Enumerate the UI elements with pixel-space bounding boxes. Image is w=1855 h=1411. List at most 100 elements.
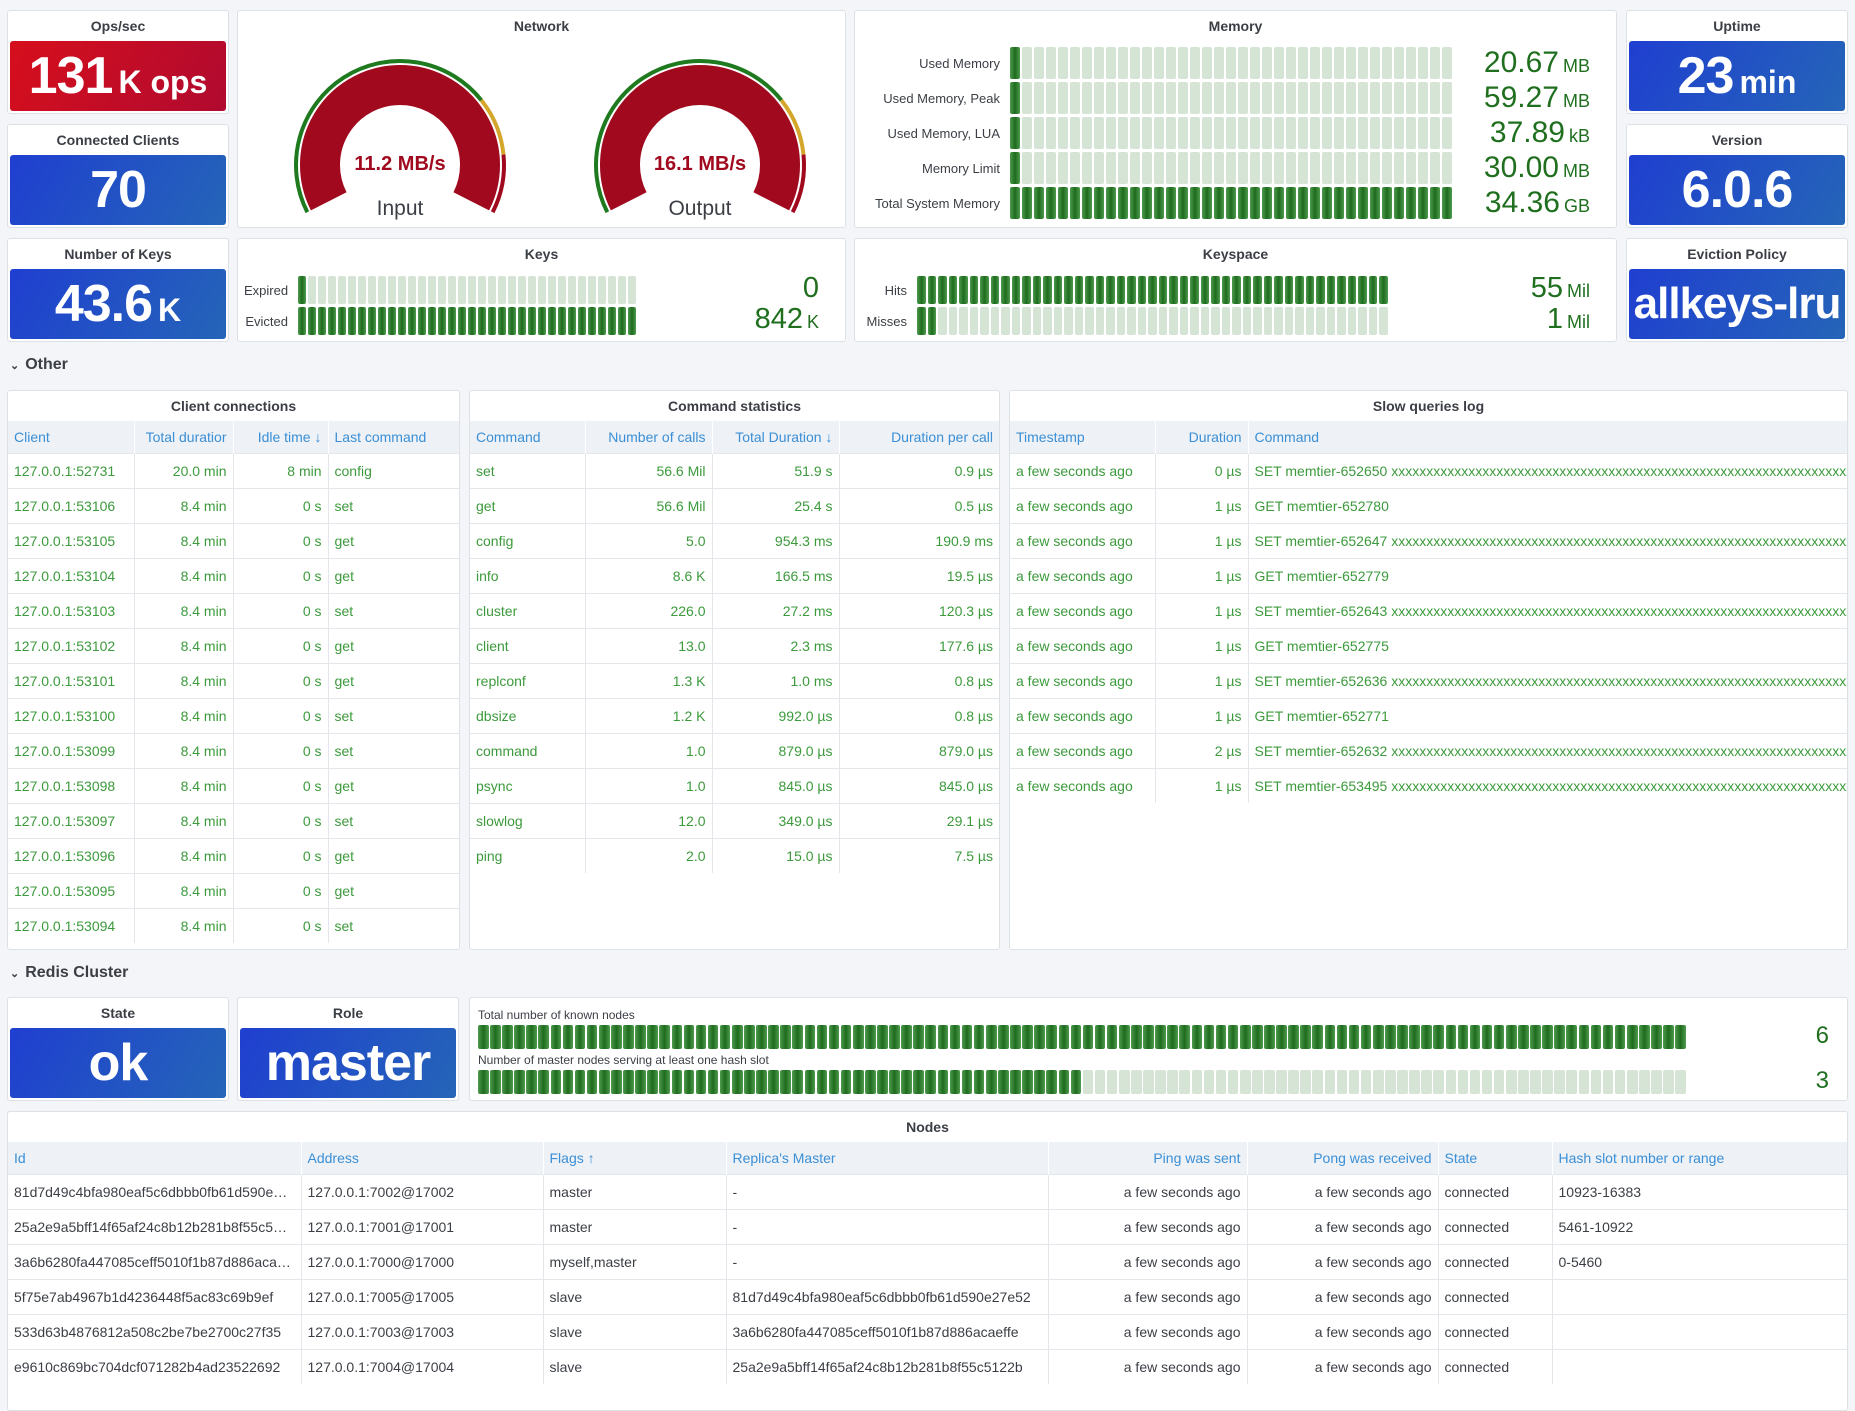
bargauge-cell-empty	[1262, 47, 1272, 79]
column-header[interactable]: Total Duration ↓	[712, 421, 840, 453]
table-row[interactable]: a few seconds ago 1 µs GET memtier-652775	[1010, 627, 1847, 663]
column-header[interactable]: State	[1438, 1142, 1553, 1174]
table-row[interactable]: a few seconds ago 1 µs SET memtier-653495 …	[1010, 767, 1847, 803]
table-row[interactable]: dbsize 1.2 K 992.0 µs 0.8 µs	[470, 697, 999, 733]
table-cell: slowlog	[470, 802, 586, 838]
table-row[interactable]: info 8.6 K 166.5 ms 19.5 µs	[470, 557, 999, 593]
bargauge-cell-empty	[1148, 307, 1157, 335]
table-row[interactable]: client 13.0 2.3 ms 177.6 µs	[470, 627, 999, 663]
table-row[interactable]: 127.0.0.1:53098 8.4 min 0 s get	[8, 767, 459, 803]
column-header[interactable]: Command	[470, 421, 586, 453]
column-header[interactable]: Total duratior	[134, 421, 234, 453]
column-header[interactable]: Id	[8, 1142, 302, 1174]
table-row[interactable]: a few seconds ago 2 µs SET memtier-652632 …	[1010, 732, 1847, 768]
table-row[interactable]: psync 1.0 845.0 µs 845.0 µs	[470, 767, 999, 803]
bargauge-cell-empty	[588, 276, 596, 304]
bargauge-cell-filled	[1469, 1025, 1481, 1049]
column-header[interactable]: Ping was sent	[1048, 1142, 1248, 1174]
column-header[interactable]: Pong was received	[1247, 1142, 1439, 1174]
table-row[interactable]: 127.0.0.1:53104 8.4 min 0 s get	[8, 557, 459, 593]
table-row[interactable]: 127.0.0.1:53102 8.4 min 0 s get	[8, 627, 459, 663]
table-row[interactable]: 533d63b4876812a508c2be7be2700c27f35 127.0…	[8, 1313, 1847, 1349]
column-header[interactable]: Client	[8, 421, 135, 453]
section-other-toggle[interactable]: ⌄ Other	[10, 356, 68, 374]
column-header[interactable]: Last command	[328, 421, 459, 453]
bargauge-cell-empty	[1286, 82, 1296, 114]
table-row[interactable]: e9610c869bc704dcf071282b4ad23522692 127.0…	[8, 1348, 1847, 1384]
column-header[interactable]: Replica's Master	[726, 1142, 1049, 1174]
client-connections-table: Client Total duratior Idle time ↓ Last comm…	[8, 421, 459, 943]
table-row[interactable]: 127.0.0.1:53106 8.4 min 0 s set	[8, 487, 459, 523]
column-header[interactable]: Timestamp	[1010, 421, 1156, 453]
bargauge-cell-filled	[298, 307, 306, 335]
column-header[interactable]: Hash slot number or range	[1552, 1142, 1847, 1174]
table-row[interactable]: 127.0.0.1:53096 8.4 min 0 s get	[8, 837, 459, 873]
value-unit: MB	[1563, 56, 1590, 76]
table-row[interactable]: command 1.0 879.0 µs 879.0 µs	[470, 732, 999, 768]
table-cell: a few seconds ago	[1048, 1348, 1248, 1384]
bargauge-cell-empty	[1250, 117, 1260, 149]
table-cell: 15.0 µs	[712, 837, 840, 873]
column-header[interactable]: Idle time ↓	[233, 421, 329, 453]
column-header[interactable]: Number of calls	[585, 421, 713, 453]
table-cell: get	[328, 627, 459, 663]
bargauge-cell-empty	[1322, 152, 1332, 184]
bargauge-cell-filled	[398, 307, 406, 335]
table-row[interactable]: 5f75e7ab4967b1d4236448f5ac83c69b9ef 127.0…	[8, 1278, 1847, 1314]
column-header[interactable]: Flags ↑	[543, 1142, 727, 1174]
table-row[interactable]: 81d7d49c4bfa980eaf5c6dbbb0fb61d590e27e52…	[8, 1173, 1847, 1209]
bargauge-cell-empty	[1324, 1070, 1336, 1094]
bargauge-cell-empty	[1322, 117, 1332, 149]
table-row[interactable]: cluster 226.0 27.2 ms 120.3 µs	[470, 592, 999, 628]
bargauge-cell-filled	[1034, 1025, 1045, 1049]
bargauge-cell-empty	[948, 307, 957, 335]
bargauge-cell-filled	[1274, 276, 1283, 304]
table-cell: 845.0 µs	[839, 767, 999, 803]
bargauge-cell-empty	[1358, 307, 1367, 335]
table-row[interactable]: set 56.6 Mil 51.9 s 0.9 µs	[470, 452, 999, 488]
table-row[interactable]: 127.0.0.1:53099 8.4 min 0 s set	[8, 732, 459, 768]
panel-title: Nodes	[906, 1119, 949, 1135]
bargauge-cell-filled	[628, 307, 636, 335]
table-row[interactable]: a few seconds ago 1 µs GET memtier-652771	[1010, 697, 1847, 733]
column-header[interactable]: Duration per call	[839, 421, 999, 453]
bargauge-cell-filled	[768, 1070, 779, 1094]
table-row[interactable]: 3a6b6280fa447085ceff5010f1b87d886acaeffe…	[8, 1243, 1847, 1279]
bargauge-label: Misses	[866, 313, 907, 329]
table-row[interactable]: 25a2e9a5bff14f65af24c8b12b281b8f55c5122b…	[8, 1208, 1847, 1244]
table-row[interactable]: a few seconds ago 1 µs GET memtier-652779	[1010, 557, 1847, 593]
column-header[interactable]: Command	[1248, 421, 1847, 453]
bargauge-cell-filled	[1148, 276, 1157, 304]
bargauge-cell-empty	[1348, 1070, 1360, 1094]
table-row[interactable]: 127.0.0.1:53103 8.4 min 0 s set	[8, 592, 459, 628]
table-row[interactable]: replconf 1.3 K 1.0 ms 0.8 µs	[470, 662, 999, 698]
section-redis-cluster-toggle[interactable]: ⌄ Redis Cluster	[10, 964, 128, 982]
table-row[interactable]: a few seconds ago 1 µs GET memtier-652780	[1010, 487, 1847, 523]
table-row[interactable]: ping 2.0 15.0 µs 7.5 µs	[470, 837, 999, 873]
table-row[interactable]: a few seconds ago 1 µs SET memtier-652647 …	[1010, 522, 1847, 558]
table-row[interactable]: 127.0.0.1:52731 20.0 min 8 min config	[8, 452, 459, 488]
table-row[interactable]: get 56.6 Mil 25.4 s 0.5 µs	[470, 487, 999, 523]
cluster-state-value: ok	[10, 1028, 226, 1098]
table-row[interactable]: 127.0.0.1:53094 8.4 min 0 s set	[8, 907, 459, 943]
column-header[interactable]: Duration	[1155, 421, 1249, 453]
table-row[interactable]: config 5.0 954.3 ms 190.9 ms	[470, 522, 999, 558]
bargauge-cell-filled	[1082, 1025, 1094, 1049]
table-row[interactable]: 127.0.0.1:53097 8.4 min 0 s set	[8, 802, 459, 838]
bargauge-cell-empty	[1346, 82, 1356, 114]
table-cell: 992.0 µs	[712, 697, 840, 733]
bargauge-cell-filled	[695, 1070, 707, 1094]
table-cell: 226.0	[585, 592, 713, 628]
table-row[interactable]: 127.0.0.1:53095 8.4 min 0 s get	[8, 872, 459, 908]
bargauge-cell-empty	[1358, 117, 1368, 149]
table-row[interactable]: a few seconds ago 1 µs SET memtier-652643 …	[1010, 592, 1847, 628]
table-row[interactable]: slowlog 12.0 349.0 µs 29.1 µs	[470, 802, 999, 838]
table-row[interactable]: a few seconds ago 1 µs SET memtier-652636 …	[1010, 662, 1847, 698]
table-row[interactable]: a few seconds ago 0 µs SET memtier-652650 …	[1010, 452, 1847, 488]
table-row[interactable]: 127.0.0.1:53101 8.4 min 0 s get	[8, 662, 459, 698]
table-row[interactable]: 127.0.0.1:53105 8.4 min 0 s get	[8, 522, 459, 558]
table-row[interactable]: 127.0.0.1:53100 8.4 min 0 s set	[8, 697, 459, 733]
bargauge-cell-filled	[959, 276, 968, 304]
column-header[interactable]: Address	[301, 1142, 544, 1174]
bargauge-cell-filled	[865, 1070, 876, 1094]
